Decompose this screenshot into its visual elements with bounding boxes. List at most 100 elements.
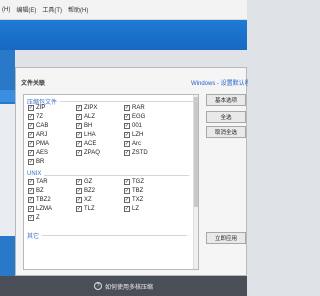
format-checkbox[interactable]: ✓ ALZ <box>76 114 95 120</box>
checkbox-check-icon[interactable]: ✓ <box>76 105 82 111</box>
left-panel-list <box>0 104 15 236</box>
checkbox-check-icon[interactable]: ✓ <box>124 141 130 147</box>
format-checkbox[interactable]: ✓ AES <box>28 150 48 156</box>
checkbox-check-icon[interactable]: ✓ <box>76 132 82 138</box>
format-label: ACE <box>84 141 97 147</box>
checkbox-check-icon[interactable]: ✓ <box>124 150 130 156</box>
format-label: TBZ <box>132 188 144 194</box>
checkbox-check-icon[interactable]: ✓ <box>124 179 130 185</box>
format-label: LZMA <box>36 206 53 212</box>
format-checkbox[interactable]: ✓ ACE <box>76 141 96 147</box>
checkbox-check-icon[interactable]: ✓ <box>28 215 34 221</box>
checkbox-check-icon[interactable]: ✓ <box>28 123 34 129</box>
format-checkbox[interactable]: ✓ TGZ <box>124 179 144 185</box>
menu-item-help[interactable]: 帮助(H) <box>68 5 88 14</box>
dialog-title: 文件关联 <box>21 81 46 87</box>
format-label: BR <box>36 159 45 165</box>
checkbox-check-icon[interactable]: ✓ <box>28 114 34 120</box>
format-checkbox[interactable]: ✓ TXZ <box>124 197 143 203</box>
checkbox-check-icon[interactable]: ✓ <box>76 123 82 129</box>
checkbox-check-icon[interactable]: ✓ <box>76 114 82 120</box>
format-label: ZIP <box>36 105 46 111</box>
checkbox-check-icon[interactable]: ✓ <box>76 150 82 156</box>
format-checkbox[interactable]: ✓ 7Z <box>28 114 43 120</box>
checkbox-check-icon[interactable]: ✓ <box>124 132 130 138</box>
basic-options-button[interactable]: 基本选项 <box>206 94 246 106</box>
format-checkbox[interactable]: ✓ TLZ <box>76 206 95 212</box>
format-label: BH <box>84 123 93 129</box>
checkbox-check-icon[interactable]: ✓ <box>124 188 130 194</box>
menu-item-tools[interactable]: 工具(T) <box>42 5 62 14</box>
format-checkbox[interactable]: ✓ BZ <box>28 188 44 194</box>
format-checkbox[interactable]: ✓ ZPAQ <box>76 150 100 156</box>
format-label: GZ <box>84 179 93 185</box>
format-label: 001 <box>132 123 143 129</box>
checkbox-check-icon[interactable]: ✓ <box>124 197 130 203</box>
question-icon: ? <box>93 282 102 290</box>
format-checkbox[interactable]: ✓ RAR <box>124 105 145 111</box>
format-label: BZ <box>36 188 44 194</box>
checkbox-check-icon[interactable]: ✓ <box>124 123 130 129</box>
format-checkbox[interactable]: ✓ LZ <box>124 206 139 212</box>
format-checkbox[interactable]: ✓ TBZ2 <box>28 197 51 203</box>
format-checkbox[interactable]: ✓ BH <box>76 123 92 129</box>
checkbox-check-icon[interactable]: ✓ <box>28 105 34 111</box>
format-label: LZH <box>132 132 144 138</box>
format-checkbox[interactable]: ✓ Z <box>28 215 40 221</box>
format-checkbox[interactable]: ✓ ARJ <box>28 132 47 138</box>
format-label: TBZ2 <box>36 197 51 203</box>
format-checkbox[interactable]: ✓ CAB <box>28 123 48 129</box>
format-checkbox[interactable]: ✓ EGG <box>124 114 145 120</box>
default-programs-link[interactable]: Windows - 设置默认程序 <box>191 78 248 87</box>
checkbox-check-icon[interactable]: ✓ <box>76 141 82 147</box>
checkbox-check-icon[interactable]: ✓ <box>124 206 130 212</box>
menu-item-edit[interactable]: 编辑(E) <box>16 5 36 14</box>
scrollbar-thumb[interactable] <box>194 97 198 207</box>
checkbox-check-icon[interactable]: ✓ <box>76 188 82 194</box>
format-checkbox[interactable]: ✓ 001 <box>124 123 142 129</box>
select-all-button[interactable]: 全选 <box>206 111 246 123</box>
left-panel-selected-item[interactable] <box>0 90 15 102</box>
checkbox-check-icon[interactable]: ✓ <box>28 188 34 194</box>
format-checkbox[interactable]: ✓ LHA <box>76 132 96 138</box>
checkbox-check-icon[interactable]: ✓ <box>28 179 34 185</box>
checkbox-check-icon[interactable]: ✓ <box>124 105 130 111</box>
deselect-all-button[interactable]: 取消全选 <box>206 126 246 138</box>
list-scrollbar[interactable] <box>193 95 198 269</box>
format-label: LZ <box>132 206 140 212</box>
checkbox-check-icon[interactable]: ✓ <box>28 141 34 147</box>
checkbox-check-icon[interactable]: ✓ <box>124 114 130 120</box>
format-checkbox[interactable]: ✓ TBZ <box>124 188 143 194</box>
checkbox-check-icon[interactable]: ✓ <box>76 206 82 212</box>
checkbox-check-icon[interactable]: ✓ <box>28 206 34 212</box>
format-checkbox[interactable]: ✓ GZ <box>76 179 92 185</box>
format-checkbox[interactable]: ✓ LZH <box>124 132 143 138</box>
format-label: AES <box>36 150 49 156</box>
checkbox-check-icon[interactable]: ✓ <box>76 197 82 203</box>
format-checkbox[interactable]: ✓ ZSTD <box>124 150 148 156</box>
checkbox-check-icon[interactable]: ✓ <box>28 132 34 138</box>
format-checkbox[interactable]: ✓ TAR <box>28 179 48 185</box>
format-checkbox[interactable]: ✓ ZIP <box>28 105 45 111</box>
format-checkbox[interactable]: ✓ PMA <box>28 141 49 147</box>
format-checkbox[interactable]: ✓ ZIPX <box>76 105 97 111</box>
apply-now-button[interactable]: 立即应用 <box>206 232 246 244</box>
format-label: PMA <box>36 141 50 147</box>
format-label: TLZ <box>84 206 95 212</box>
association-list: 压缩包文件 ✓ ZIP ✓ ZIPX ✓ RAR ✓ 7Z ✓ ALZ ✓ EGG ✓ CAB ✓ BH ✓ 00… <box>23 94 199 270</box>
format-checkbox[interactable]: ✓ LZMA <box>28 206 52 212</box>
format-label: ALZ <box>84 114 96 120</box>
format-checkbox[interactable]: ✓ BR <box>28 159 44 165</box>
checkbox-check-icon[interactable]: ✓ <box>28 197 34 203</box>
checkbox-check-icon[interactable]: ✓ <box>28 159 34 165</box>
app-banner <box>0 20 247 50</box>
checkbox-check-icon[interactable]: ✓ <box>76 179 82 185</box>
format-checkbox[interactable]: ✓ XZ <box>76 197 92 203</box>
format-checkbox[interactable]: ✓ BZ2 <box>76 188 95 194</box>
taskbar-tip[interactable]: 如何使用多核压缩 <box>105 282 153 291</box>
format-label: TAR <box>36 179 48 185</box>
checkbox-check-icon[interactable]: ✓ <box>28 150 34 156</box>
group-label-unix: UNIX <box>27 171 194 177</box>
menu-item-file[interactable]: (H) <box>2 7 10 13</box>
format-checkbox[interactable]: ✓ Arc <box>124 141 141 147</box>
